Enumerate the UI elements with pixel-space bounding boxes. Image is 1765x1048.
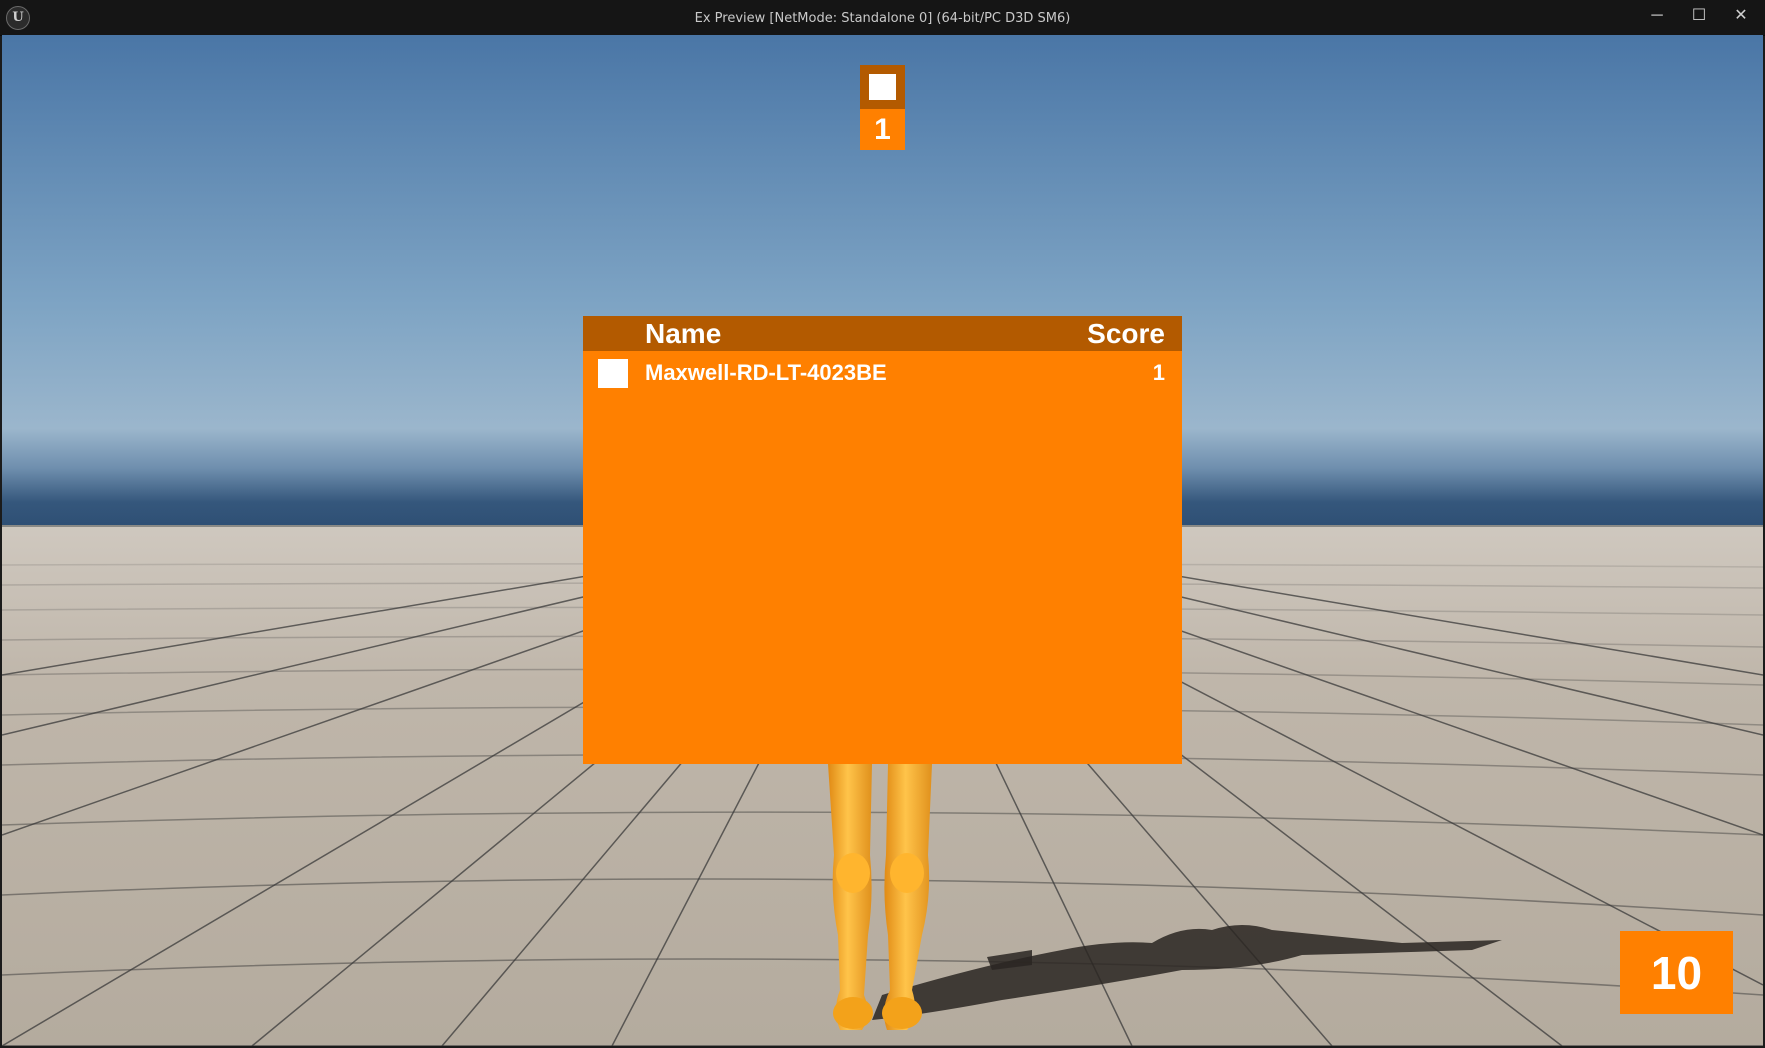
minimize-button[interactable]: ─ [1637, 2, 1677, 30]
hud-player-score: 1 [860, 109, 905, 150]
hud-player-color-swatch [869, 74, 896, 100]
hud-player-color-box [860, 65, 905, 109]
game-viewport[interactable]: 1 Name Score Maxwell-RD-LT-4023BE 1 10 [2, 35, 1763, 1046]
window-title: Ex Preview [NetMode: Standalone 0] (64-b… [694, 11, 1071, 26]
hud-player-indicator: 1 [860, 65, 905, 150]
game-window: U Ex Preview [NetMode: Standalone 0] (64… [0, 0, 1765, 1048]
maximize-button[interactable]: ☐ [1679, 2, 1719, 30]
scoreboard-panel: Name Score Maxwell-RD-LT-4023BE 1 [583, 316, 1182, 764]
scoreboard-header-score: Score [1087, 318, 1165, 349]
player-name: Maxwell-RD-LT-4023BE [645, 360, 887, 385]
scoreboard-row: Maxwell-RD-LT-4023BE 1 [583, 351, 1182, 391]
close-button[interactable]: ✕ [1721, 2, 1761, 30]
scoreboard-header-name: Name [645, 318, 722, 349]
player-score: 1 [1152, 360, 1165, 385]
countdown-timer: 10 [1620, 931, 1733, 1014]
player-color-swatch [598, 359, 628, 388]
title-bar[interactable]: U Ex Preview [NetMode: Standalone 0] (64… [0, 0, 1765, 36]
scoreboard-header: Name Score [583, 316, 1182, 351]
